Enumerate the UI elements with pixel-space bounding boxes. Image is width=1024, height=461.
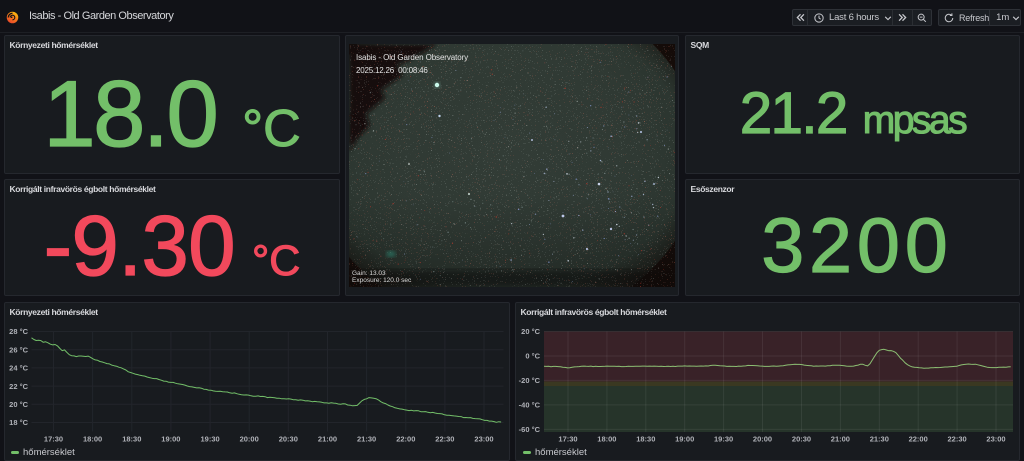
- svg-text:18 °C: 18 °C: [9, 418, 28, 427]
- svg-text:Gain: 13.03: Gain: 13.03: [352, 270, 386, 277]
- svg-text:21:00: 21:00: [318, 434, 337, 443]
- svg-text:2025.12.26 00:08:46: 2025.12.26 00:08:46: [356, 66, 428, 75]
- svg-text:20 °C: 20 °C: [521, 327, 540, 336]
- svg-text:Isabis - Old Garden Observator: Isabis - Old Garden Observatory: [356, 53, 468, 62]
- svg-text:18:00: 18:00: [83, 434, 102, 443]
- svg-text:28 °C: 28 °C: [9, 327, 28, 336]
- svg-text:20 °C: 20 °C: [9, 400, 28, 409]
- svg-text:22:30: 22:30: [948, 434, 967, 443]
- svg-text:26 °C: 26 °C: [9, 345, 28, 354]
- svg-text:22 °C: 22 °C: [9, 382, 28, 391]
- svg-text:Exposure: 120.0 sec: Exposure: 120.0 sec: [352, 277, 412, 284]
- svg-text:17:30: 17:30: [44, 434, 63, 443]
- svg-text:17:30: 17:30: [558, 434, 577, 443]
- svg-text:21:00: 21:00: [831, 434, 850, 443]
- svg-text:18:30: 18:30: [122, 434, 141, 443]
- svg-text:20:00: 20:00: [753, 434, 772, 443]
- svg-text:23:00: 23:00: [986, 434, 1005, 443]
- svg-text:23:00: 23:00: [474, 434, 493, 443]
- svg-text:24 °C: 24 °C: [9, 364, 28, 373]
- svg-text:0 °C: 0 °C: [525, 352, 540, 361]
- svg-text:20:30: 20:30: [279, 434, 298, 443]
- svg-text:18:00: 18:00: [597, 434, 616, 443]
- svg-text:19:00: 19:00: [675, 434, 694, 443]
- svg-text:22:00: 22:00: [396, 434, 415, 443]
- svg-text:18:30: 18:30: [636, 434, 655, 443]
- svg-text:-60 °C: -60 °C: [519, 425, 541, 434]
- svg-text:19:30: 19:30: [714, 434, 733, 443]
- svg-text:-20 °C: -20 °C: [519, 376, 541, 385]
- svg-text:19:00: 19:00: [161, 434, 180, 443]
- svg-text:20:30: 20:30: [792, 434, 811, 443]
- svg-text:22:00: 22:00: [909, 434, 928, 443]
- svg-text:22:30: 22:30: [435, 434, 454, 443]
- svg-text:21:30: 21:30: [357, 434, 376, 443]
- svg-text:20:00: 20:00: [240, 434, 259, 443]
- svg-text:21:30: 21:30: [870, 434, 889, 443]
- svg-text:-40 °C: -40 °C: [519, 401, 541, 410]
- svg-text:19:30: 19:30: [201, 434, 220, 443]
